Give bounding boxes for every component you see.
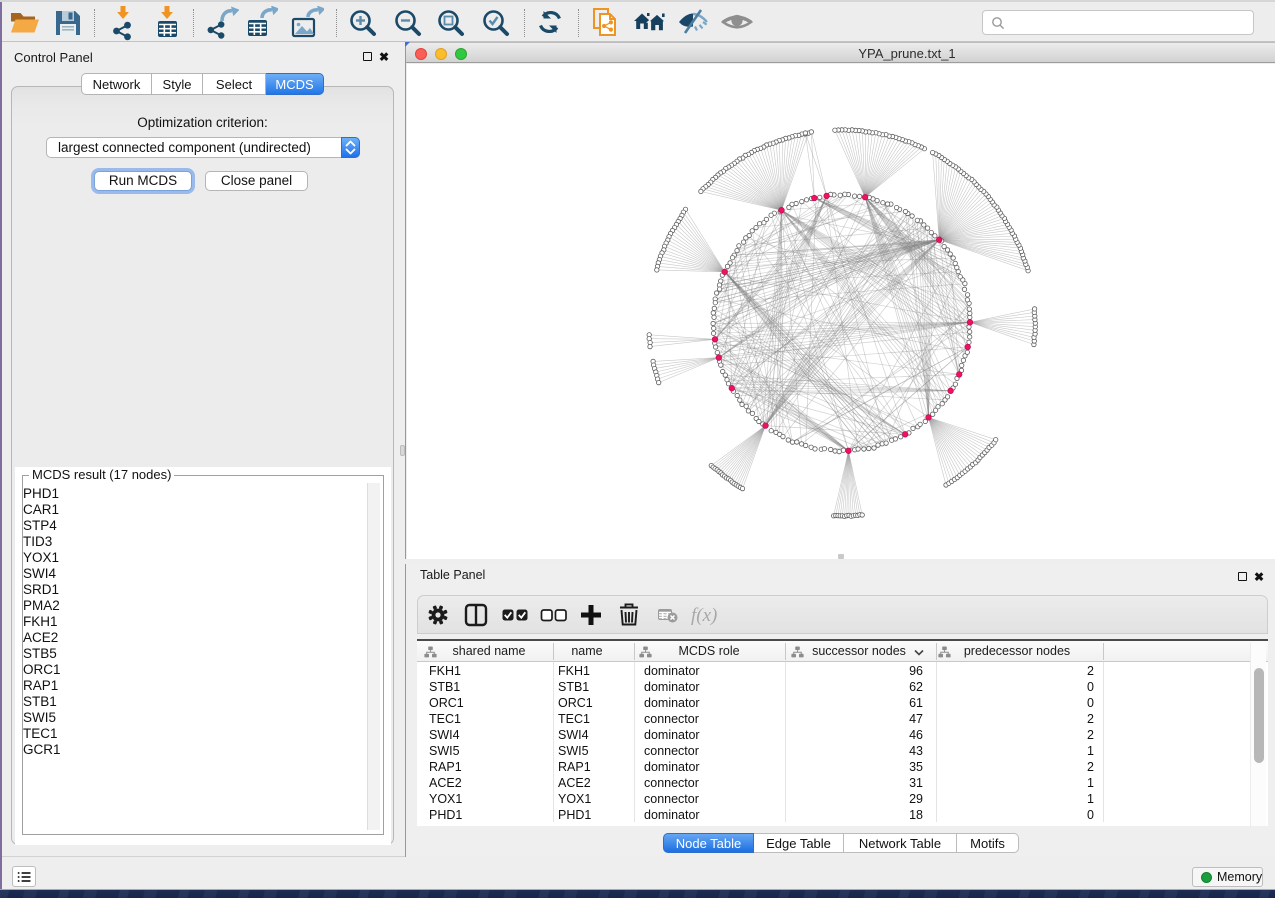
svg-text:f(x): f(x) bbox=[691, 605, 717, 626]
